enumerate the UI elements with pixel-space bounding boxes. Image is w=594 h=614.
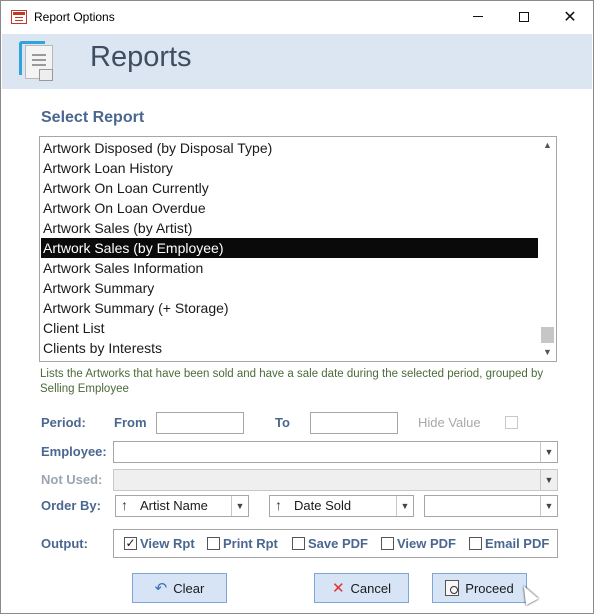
view-pdf-checkbox[interactable] [381,537,394,550]
view-pdf-option[interactable]: View PDF [381,536,456,551]
scroll-thumb[interactable] [541,327,554,343]
list-item-selected[interactable]: Artwork Sales (by Employee) [41,238,538,258]
scroll-up-icon[interactable]: ▲ [539,137,556,154]
save-pdf-label: Save PDF [308,536,368,551]
list-item[interactable]: Artwork Loan History [41,158,538,178]
list-item[interactable]: Artwork Summary [41,278,538,298]
to-label: To [275,415,290,430]
chevron-down-icon[interactable]: ▼ [540,442,557,462]
cancel-button-label: Cancel [350,580,392,596]
listbox-scrollbar[interactable]: ▲ ▼ [539,137,556,361]
preview-magnifier-icon [445,580,460,596]
print-rpt-label: Print Rpt [223,536,278,551]
x-cancel-icon: ✕ [331,580,345,597]
order-by-label: Order By: [41,498,101,513]
not-used-dropdown: ▼ [113,469,558,491]
order-by-second-dropdown[interactable]: ↑ Date Sold ▼ [269,495,414,517]
email-pdf-option[interactable]: Email PDF [469,536,549,551]
header-band: Reports [2,34,592,89]
report-description: Lists the Artworks that have been sold a… [40,368,544,395]
from-label: From [114,415,147,430]
minimize-button[interactable] [455,1,501,32]
employee-label: Employee: [41,444,107,459]
report-listbox[interactable]: Artwork Disposed (by Disposal Type) Artw… [39,136,557,362]
hide-value-label: Hide Value [418,415,481,430]
email-pdf-checkbox[interactable] [469,537,482,550]
order-by-third-dropdown[interactable]: ▼ [424,495,558,517]
maximize-icon [519,11,529,22]
email-pdf-label: Email PDF [485,536,550,551]
window-title: Report Options [34,10,115,24]
list-item[interactable]: Artwork Summary (+ Storage) [41,298,538,318]
list-item[interactable]: Client List [41,318,538,338]
output-label: Output: [41,536,88,551]
view-pdf-label: View PDF [397,536,457,551]
list-item[interactable]: Artwork On Loan Overdue [41,198,538,218]
period-label: Period: [41,415,86,430]
clear-button-label: Clear [173,580,205,596]
close-button[interactable]: ✕ [547,1,593,32]
not-used-label: Not Used: [41,472,103,487]
chevron-down-icon: ▼ [540,470,557,490]
order-by-first-dropdown[interactable]: ↑ Artist Name ▼ [115,495,249,517]
list-item[interactable]: Artwork Disposed (by Disposal Type) [41,138,538,158]
cancel-button[interactable]: ✕ Cancel [314,573,409,603]
report-options-window: Report Options ✕ Reports Select Report A… [0,0,594,614]
hide-value-checkbox[interactable] [505,416,518,429]
view-rpt-checkbox[interactable]: ✓ [124,537,137,550]
from-date-field[interactable] [156,412,244,434]
to-date-field[interactable] [310,412,398,434]
title-bar[interactable]: Report Options ✕ [1,1,593,32]
print-rpt-option[interactable]: Print Rpt [207,536,278,551]
report-document-icon [19,41,59,85]
minimize-icon [473,16,483,17]
page-title: Reports [90,41,192,73]
undo-arrow-icon: ↶ [154,580,168,597]
scroll-down-icon[interactable]: ▼ [539,344,556,361]
list-item[interactable]: Artwork Sales Information [41,258,538,278]
order-by-first-value: Artist Name [140,498,208,513]
maximize-button[interactable] [501,1,547,32]
list-item[interactable]: Artwork On Loan Currently [41,178,538,198]
list-item[interactable]: Clients by Interests [41,338,538,358]
sort-up-arrow-icon[interactable]: ↑ [275,497,282,513]
save-pdf-option[interactable]: Save PDF [292,536,368,551]
list-item[interactable]: Artwork Sales (by Artist) [41,218,538,238]
chevron-down-icon[interactable]: ▼ [231,496,248,516]
report-options-app-icon [11,10,27,24]
clear-button[interactable]: ↶ Clear [132,573,227,603]
close-icon: ✕ [563,8,577,26]
view-rpt-label: View Rpt [140,536,195,551]
proceed-button[interactable]: Proceed [432,573,527,603]
output-options-group: ✓ View Rpt Print Rpt Save PDF View PDF E… [113,529,558,558]
chevron-down-icon[interactable]: ▼ [396,496,413,516]
sort-up-arrow-icon[interactable]: ↑ [121,497,128,513]
save-pdf-checkbox[interactable] [292,537,305,550]
proceed-button-label: Proceed [465,580,514,596]
view-rpt-option[interactable]: ✓ View Rpt [124,536,195,551]
select-report-heading: Select Report [41,109,145,126]
chevron-down-icon[interactable]: ▼ [540,496,557,516]
employee-dropdown[interactable]: ▼ [113,441,558,463]
print-rpt-checkbox[interactable] [207,537,220,550]
order-by-second-value: Date Sold [294,498,352,513]
